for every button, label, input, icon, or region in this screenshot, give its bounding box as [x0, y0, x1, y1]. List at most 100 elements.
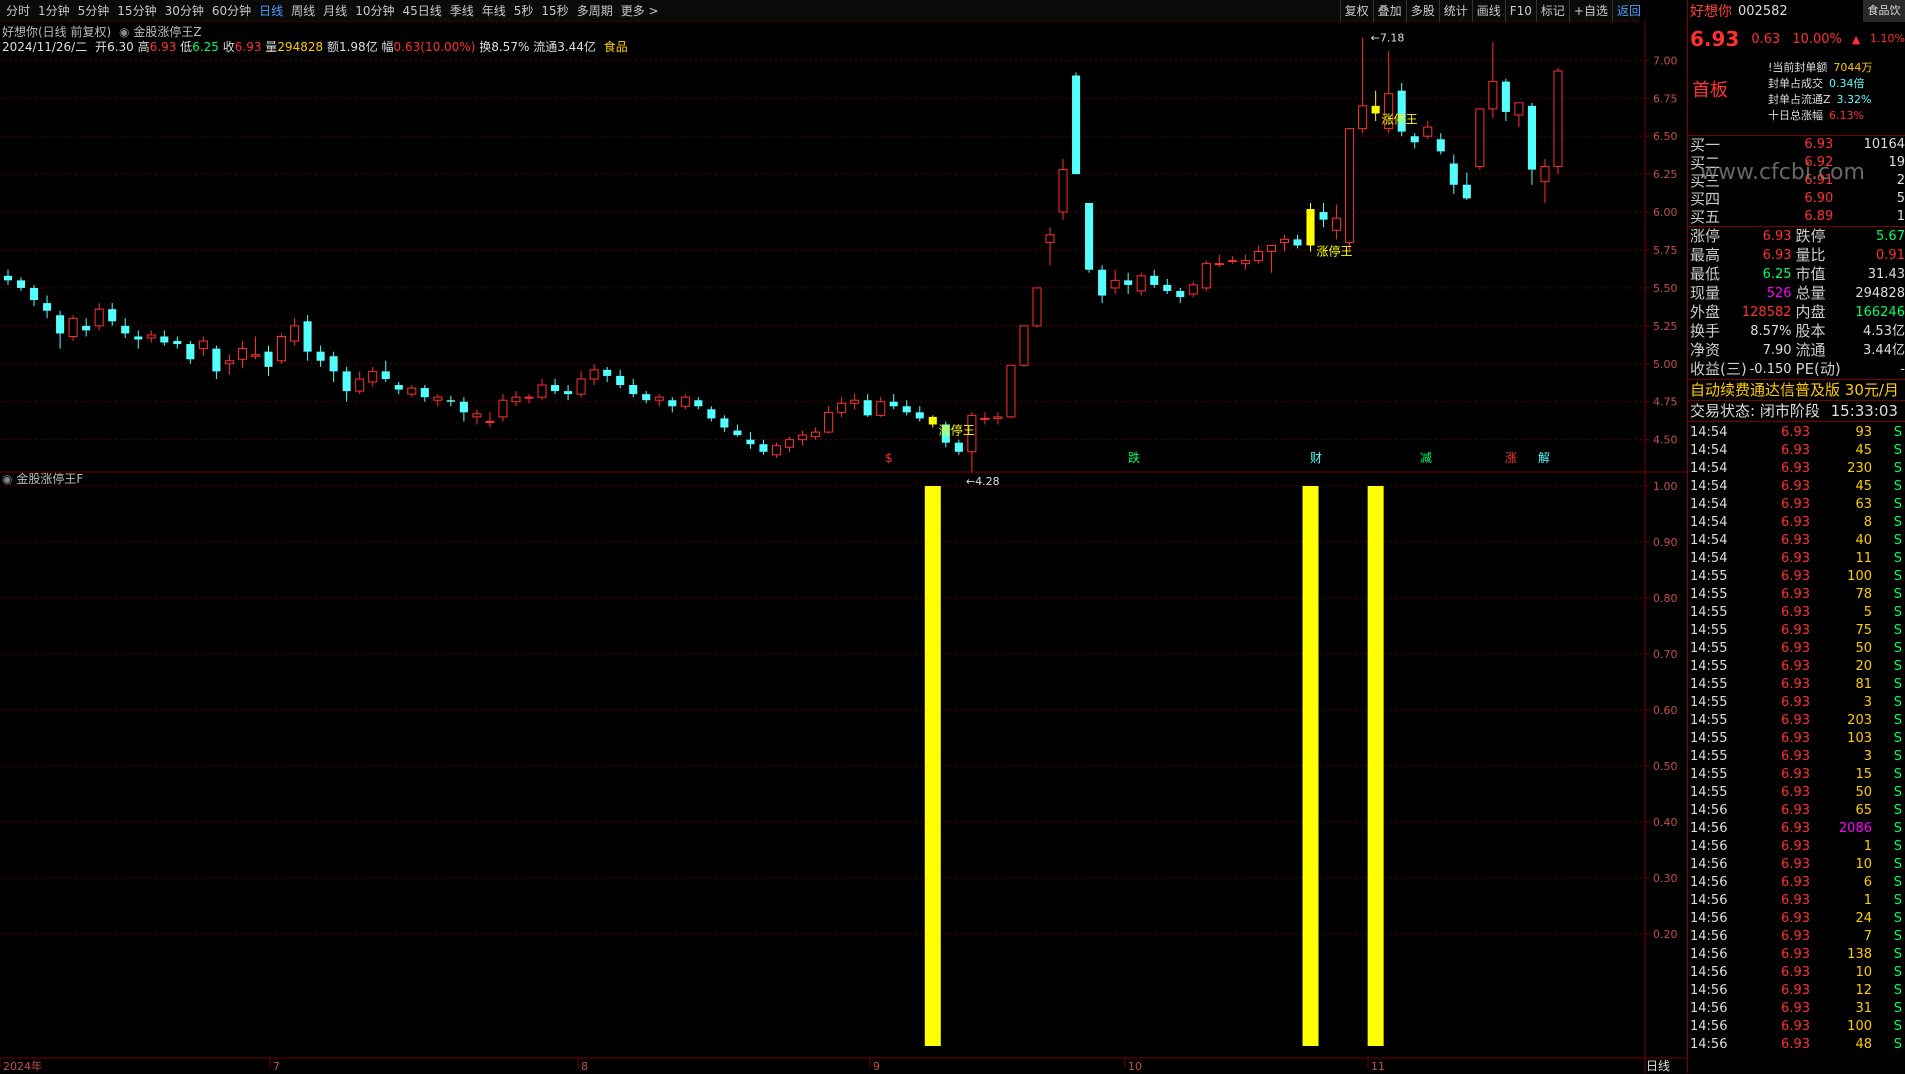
seal-value: 6.13% [1829, 109, 1864, 122]
open-value: 6.30 [107, 40, 134, 54]
period-tab[interactable]: 年线 [478, 0, 510, 22]
tick-time: 14:56 [1690, 1001, 1728, 1016]
subscription-ad[interactable]: 自动续费通达信普及版 30元/月 [1688, 380, 1905, 401]
stat-value: 0.91 [1876, 248, 1905, 263]
period-tab[interactable]: 周线 [287, 0, 319, 22]
indicator-toggle-icon[interactable]: ◉ [119, 25, 129, 39]
period-tab[interactable]: 1分钟 [34, 0, 74, 22]
sub-y-tick-label: 0.90 [1653, 536, 1678, 549]
tool-button[interactable]: 标记 [1535, 0, 1569, 22]
stat-value: 4.53亿 [1863, 324, 1905, 339]
period-tab[interactable]: 分时 [2, 0, 34, 22]
tool-button[interactable]: 画线 [1471, 0, 1505, 22]
stat-label: 净资 [1690, 341, 1721, 359]
candle-body [680, 396, 690, 407]
period-tab[interactable]: 10分钟 [351, 0, 398, 22]
tick-time: 14:54 [1690, 533, 1728, 548]
tick-price: 6.93 [1781, 785, 1810, 800]
tick-row: 14:55 6.93 203 S [1688, 712, 1905, 730]
tool-button[interactable]: +自选 [1568, 0, 1612, 22]
stat-label: 市值 [1795, 265, 1826, 283]
x-tick-label: 9 [873, 1060, 880, 1073]
kline-chart[interactable]: 涨停王涨停王涨停王←7.18←4.28$ 跌财减涨解 7.006.756.506.… [0, 0, 1687, 1073]
candle-body [198, 340, 208, 350]
period-tab[interactable]: 季线 [446, 0, 478, 22]
stat-label: 股本 [1795, 322, 1826, 340]
candle-body [784, 439, 795, 448]
period-tab[interactable]: 月线 [319, 0, 351, 22]
candle-body [1397, 90, 1406, 132]
candle-body [381, 371, 390, 379]
tick-side: S [1893, 731, 1902, 746]
tick-row: 14:55 6.93 100 S [1688, 568, 1905, 586]
x-tick-label: 8 [581, 1060, 588, 1073]
ohlc-info-line: 2024/11/26/二 开6.30 高6.93 低6.25 收6.93 量29… [2, 38, 628, 55]
y-tick-label: 4.50 [1653, 434, 1678, 447]
tick-side: S [1893, 821, 1902, 836]
tick-row: 14:56 6.93 24 S [1688, 910, 1905, 928]
period-tab[interactable]: 60分钟 [208, 0, 255, 22]
tool-button[interactable]: 复权 [1339, 0, 1373, 22]
candle-body [824, 411, 834, 433]
period-tab[interactable]: 更多 > [617, 0, 663, 22]
period-tab[interactable]: 5分钟 [74, 0, 114, 22]
tick-side: S [1893, 659, 1902, 674]
main-indicator-name[interactable]: 金股涨停王Z [133, 25, 201, 39]
sub-indicator-toggle-icon[interactable]: ◉ [2, 472, 12, 486]
candle-body [1371, 105, 1380, 114]
seal-row: 封单占流通Z 3.32% [1768, 92, 1872, 108]
period-tab[interactable]: 15分钟 [113, 0, 160, 22]
signal-bar [1302, 486, 1319, 1046]
period-tab[interactable]: 45日线 [398, 0, 445, 22]
period-tab[interactable]: 日线 [255, 0, 287, 22]
tick-volume: 138 [1847, 947, 1872, 962]
event-label: 减 [1420, 451, 1432, 465]
tick-price: 6.93 [1781, 875, 1810, 890]
book-level: 买四 [1690, 190, 1721, 208]
tick-time: 14:56 [1690, 875, 1728, 890]
candle-body [1462, 184, 1471, 199]
tick-list[interactable]: 14:54 6.93 93 S 14:54 6.93 45 S 14:54 6.93 230 S 14:… [1688, 421, 1905, 1054]
tool-button[interactable]: 返回 [1611, 0, 1645, 22]
tick-volume: 15 [1855, 767, 1872, 782]
sub-indicator-name[interactable]: 金股涨停王F [16, 472, 83, 486]
book-row[interactable]: 买四 6.90 5 [1688, 190, 1905, 208]
book-row[interactable]: 买五 6.89 1 [1688, 208, 1905, 226]
sub-y-tick-label: 1.00 [1653, 480, 1678, 493]
tool-button[interactable]: 叠加 [1372, 0, 1406, 22]
sector-button[interactable]: 食品饮 [1863, 0, 1905, 22]
tick-time: 14:56 [1690, 965, 1728, 980]
candle-body [1293, 239, 1302, 246]
book-volume: 10164 [1863, 137, 1905, 152]
period-tab[interactable]: 30分钟 [161, 0, 208, 22]
stat-value: 6.93 [1762, 248, 1792, 263]
period-tab[interactable]: 多周期 [573, 0, 617, 22]
tick-time: 14:55 [1690, 677, 1728, 692]
tick-row: 14:54 6.93 45 S [1688, 478, 1905, 496]
tool-button[interactable]: 多股 [1405, 0, 1439, 22]
tick-price: 6.93 [1781, 929, 1810, 944]
period-tab[interactable]: 5秒 [510, 0, 538, 22]
tool-button[interactable]: 统计 [1438, 0, 1472, 22]
stat-row: 外盘 128582 内盘 166246 [1688, 303, 1905, 322]
candle-body [551, 385, 560, 392]
stock-header: 好想你 002582 食品饮 [1688, 0, 1905, 22]
tick-volume: 63 [1855, 497, 1872, 512]
stat-label: 跌停 [1795, 227, 1826, 245]
tick-row: 14:56 6.93 138 S [1688, 946, 1905, 964]
tool-button[interactable]: F10 [1504, 0, 1536, 22]
tick-price: 6.93 [1781, 1001, 1810, 1016]
tick-price: 6.93 [1781, 965, 1810, 980]
tick-side: S [1893, 569, 1902, 584]
book-row[interactable]: 买一 6.93 10164 [1688, 136, 1905, 154]
tick-row: 14:56 6.93 7 S [1688, 928, 1905, 946]
sector-tag[interactable]: 食品 [604, 40, 628, 54]
candle-body [889, 401, 898, 407]
sub-indicator-title: ◉ 金股涨停王F [2, 470, 83, 487]
tick-time: 14:55 [1690, 587, 1728, 602]
candle-body [1176, 290, 1185, 298]
event-label: 涨 [1505, 450, 1517, 465]
seal-row: 十日总涨幅 6.13% [1768, 108, 1872, 124]
tick-price: 6.93 [1781, 947, 1810, 962]
period-tab[interactable]: 15秒 [537, 0, 572, 22]
